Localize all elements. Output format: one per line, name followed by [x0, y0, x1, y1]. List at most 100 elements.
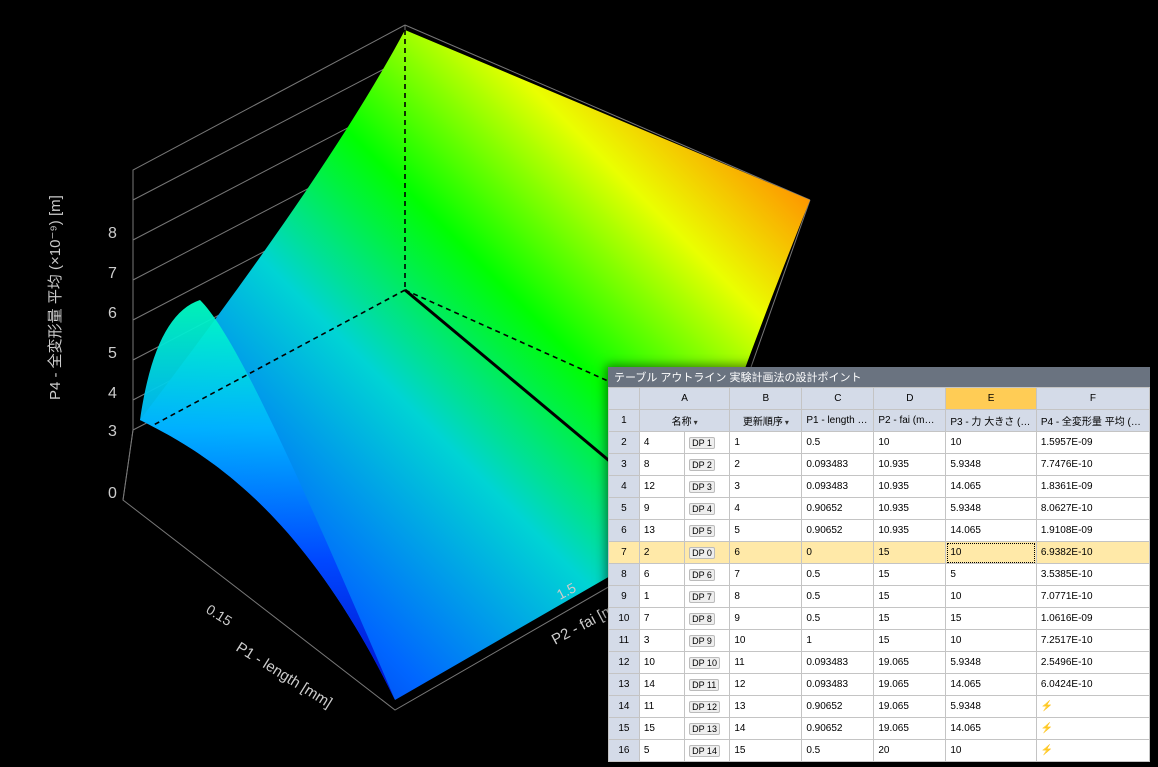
cell-p1[interactable]: 0.5: [802, 432, 874, 454]
cell-p2[interactable]: 10.935: [874, 454, 946, 476]
cell-p1[interactable]: 0.093483: [802, 674, 874, 696]
cell-dp-name[interactable]: DP 4: [685, 498, 730, 520]
cell-dp-name[interactable]: DP 11: [685, 674, 730, 696]
cell-p4[interactable]: 1.8361E-09: [1036, 476, 1149, 498]
design-points-table[interactable]: A B C D E F 1 名称 更新順序 P1 - length (mm) P…: [608, 387, 1150, 762]
cell-p4[interactable]: 3.5385E-10: [1036, 564, 1149, 586]
cell-p4[interactable]: 1.5957E-09: [1036, 432, 1149, 454]
cell-p4[interactable]: 1.9108E-09: [1036, 520, 1149, 542]
cell-seq[interactable]: 14: [730, 718, 802, 740]
cell-seq[interactable]: 11: [730, 652, 802, 674]
col-d[interactable]: D: [874, 388, 946, 410]
header-p4[interactable]: P4 - 全変形量 平均 (m): [1036, 410, 1149, 432]
cell-seq[interactable]: 15: [730, 740, 802, 762]
cell-dp-name[interactable]: DP 8: [685, 608, 730, 630]
cell-p1[interactable]: 0.093483: [802, 652, 874, 674]
table-row[interactable]: 113DP 910115107.2517E-10: [609, 630, 1150, 652]
cell-p1[interactable]: 0.5: [802, 740, 874, 762]
cell-update-order[interactable]: 10: [639, 652, 684, 674]
cell-p2[interactable]: 15: [874, 564, 946, 586]
cell-p2[interactable]: 15: [874, 608, 946, 630]
cell-update-order[interactable]: 9: [639, 498, 684, 520]
cell-seq[interactable]: 7: [730, 564, 802, 586]
cell-p2[interactable]: 19.065: [874, 652, 946, 674]
cell-dp-name[interactable]: DP 5: [685, 520, 730, 542]
cell-update-order[interactable]: 14: [639, 674, 684, 696]
table-row[interactable]: 1411DP 12130.9065219.0655.9348⚡: [609, 696, 1150, 718]
table-row[interactable]: 165DP 14150.52010⚡: [609, 740, 1150, 762]
table-row[interactable]: 1210DP 10110.09348319.0655.93482.5496E-1…: [609, 652, 1150, 674]
cell-p3[interactable]: 5.9348: [946, 454, 1037, 476]
cell-update-order[interactable]: 5: [639, 740, 684, 762]
cell-p1[interactable]: 0.5: [802, 564, 874, 586]
cell-p1[interactable]: 0.90652: [802, 520, 874, 542]
cell-seq[interactable]: 12: [730, 674, 802, 696]
table-row[interactable]: 24DP 110.510101.5957E-09: [609, 432, 1150, 454]
cell-seq[interactable]: 5: [730, 520, 802, 542]
cell-seq[interactable]: 1: [730, 432, 802, 454]
cell-dp-name[interactable]: DP 12: [685, 696, 730, 718]
cell-update-order[interactable]: 6: [639, 564, 684, 586]
cell-p2[interactable]: 19.065: [874, 696, 946, 718]
filter-icon[interactable]: [936, 415, 942, 426]
col-e[interactable]: E: [946, 388, 1037, 410]
cell-p2[interactable]: 20: [874, 740, 946, 762]
col-a[interactable]: A: [639, 388, 730, 410]
cell-p3[interactable]: 10: [946, 542, 1037, 564]
cell-update-order[interactable]: 13: [639, 520, 684, 542]
cell-p2[interactable]: 19.065: [874, 718, 946, 740]
cell-p1[interactable]: 0.5: [802, 586, 874, 608]
filter-icon[interactable]: [1142, 417, 1148, 428]
cell-p3[interactable]: 10: [946, 740, 1037, 762]
cell-p2[interactable]: 15: [874, 542, 946, 564]
table-row[interactable]: 91DP 780.515107.0771E-10: [609, 586, 1150, 608]
cell-p3[interactable]: 5: [946, 564, 1037, 586]
header-p2[interactable]: P2 - fai (mm): [874, 410, 946, 432]
cell-update-order[interactable]: 8: [639, 454, 684, 476]
cell-seq[interactable]: 13: [730, 696, 802, 718]
cell-p2[interactable]: 10: [874, 432, 946, 454]
cell-update-order[interactable]: 2: [639, 542, 684, 564]
cell-dp-name[interactable]: DP 1: [685, 432, 730, 454]
cell-dp-name[interactable]: DP 13: [685, 718, 730, 740]
cell-seq[interactable]: 9: [730, 608, 802, 630]
table-row[interactable]: 412DP 330.09348310.93514.0651.8361E-09: [609, 476, 1150, 498]
cell-p3[interactable]: 5.9348: [946, 696, 1037, 718]
header-name[interactable]: 名称: [639, 410, 730, 432]
cell-dp-name[interactable]: DP 0: [685, 542, 730, 564]
filter-icon[interactable]: [692, 417, 698, 428]
cell-p1[interactable]: 0: [802, 542, 874, 564]
cell-p4[interactable]: 7.0771E-10: [1036, 586, 1149, 608]
cell-p4[interactable]: 7.7476E-10: [1036, 454, 1149, 476]
cell-update-order[interactable]: 15: [639, 718, 684, 740]
cell-update-order[interactable]: 1: [639, 586, 684, 608]
cell-p3[interactable]: 5.9348: [946, 498, 1037, 520]
cell-p2[interactable]: 10.935: [874, 520, 946, 542]
cell-update-order[interactable]: 3: [639, 630, 684, 652]
cell-dp-name[interactable]: DP 14: [685, 740, 730, 762]
cell-update-order[interactable]: 11: [639, 696, 684, 718]
cell-dp-name[interactable]: DP 6: [685, 564, 730, 586]
cell-p3[interactable]: 15: [946, 608, 1037, 630]
cell-update-order[interactable]: 12: [639, 476, 684, 498]
cell-p1[interactable]: 0.093483: [802, 454, 874, 476]
cell-dp-name[interactable]: DP 3: [685, 476, 730, 498]
cell-dp-name[interactable]: DP 7: [685, 586, 730, 608]
cell-p1[interactable]: 1: [802, 630, 874, 652]
cell-p4[interactable]: 8.0627E-10: [1036, 498, 1149, 520]
table-row[interactable]: 72DP 06015106.9382E-10: [609, 542, 1150, 564]
table-row[interactable]: 1314DP 11120.09348319.06514.0656.0424E-1…: [609, 674, 1150, 696]
cell-p3[interactable]: 14.065: [946, 674, 1037, 696]
cell-p2[interactable]: 19.065: [874, 674, 946, 696]
cell-p4[interactable]: 6.9382E-10: [1036, 542, 1149, 564]
header-p3[interactable]: P3 - 力 大きさ (N): [946, 410, 1037, 432]
cell-p2[interactable]: 15: [874, 630, 946, 652]
cell-p2[interactable]: 10.935: [874, 476, 946, 498]
cell-dp-name[interactable]: DP 9: [685, 630, 730, 652]
header-order[interactable]: 更新順序: [730, 410, 802, 432]
cell-update-order[interactable]: 4: [639, 432, 684, 454]
cell-dp-name[interactable]: DP 10: [685, 652, 730, 674]
cell-p4[interactable]: 7.2517E-10: [1036, 630, 1149, 652]
cell-p1[interactable]: 0.90652: [802, 718, 874, 740]
table-row[interactable]: 86DP 670.51553.5385E-10: [609, 564, 1150, 586]
